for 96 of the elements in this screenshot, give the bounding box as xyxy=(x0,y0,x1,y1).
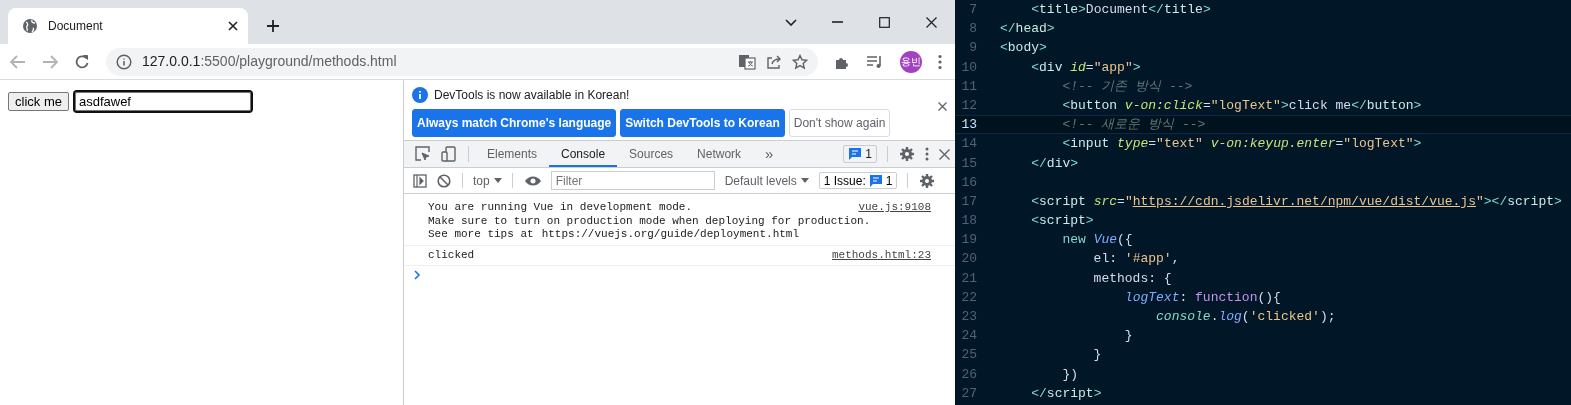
caret-icon xyxy=(800,178,809,183)
code-line: <body> xyxy=(1000,39,1047,58)
infobar-button[interactable]: Always match Chrome's language xyxy=(412,109,617,137)
line-number: 14 xyxy=(960,135,977,154)
close-icon[interactable] xyxy=(228,21,238,31)
devtools-tab[interactable]: Console xyxy=(549,141,618,167)
message-icon xyxy=(868,173,883,188)
code-line: <div id="app"> xyxy=(1030,58,1141,77)
code-line: <script> xyxy=(1030,212,1094,231)
prompt-chevron-icon xyxy=(414,270,421,280)
code-line: <button v-on:click="logText">click me</button> xyxy=(1061,96,1422,115)
text-input[interactable]: asdfawef xyxy=(74,92,251,111)
close-icon[interactable] xyxy=(938,102,947,111)
log-levels-dropdown[interactable]: Default levels xyxy=(718,168,815,193)
line-number: 12 xyxy=(960,96,977,115)
code-line: new Vue({ xyxy=(1061,231,1133,250)
source-link[interactable]: vue.js:9108 xyxy=(858,201,931,215)
info-icon[interactable] xyxy=(116,53,132,70)
sidebar-toggle-icon[interactable] xyxy=(413,173,427,188)
line-number: 13 xyxy=(960,116,977,135)
code-line: } xyxy=(1092,346,1102,365)
media-queue-icon[interactable] xyxy=(866,54,884,69)
click-button[interactable]: click me xyxy=(8,92,69,111)
line-number: 26 xyxy=(960,365,977,384)
translate-icon[interactable] xyxy=(738,53,756,70)
info-icon xyxy=(412,87,428,103)
reload-icon[interactable] xyxy=(74,53,90,70)
console-link[interactable]: https://vuejs.org/guide/deployment.html xyxy=(541,228,800,242)
filter-field[interactable]: Filter xyxy=(550,171,715,190)
line-number: 7 xyxy=(968,1,977,19)
issues-counter[interactable]: 1 xyxy=(843,145,877,163)
code-line: <!-- 새로운 방식 --> xyxy=(1061,116,1206,135)
message-icon xyxy=(848,147,863,161)
issues-count: 1 xyxy=(865,146,872,163)
devtools-tab[interactable]: Sources xyxy=(617,141,686,167)
infobar-message: DevTools is now available in Korean! xyxy=(434,87,630,104)
line-number: 18 xyxy=(960,212,977,231)
source-link[interactable]: methods.html:23 xyxy=(831,248,931,262)
line-number: 16 xyxy=(960,173,977,192)
line-number: 11 xyxy=(960,77,977,96)
star-icon[interactable] xyxy=(792,53,808,70)
inspect-element-icon[interactable] xyxy=(415,146,431,162)
caret-icon xyxy=(493,178,502,183)
browser-tab[interactable]: Document xyxy=(8,8,248,44)
console-message: clicked xyxy=(428,248,475,262)
device-toolbar-icon[interactable] xyxy=(441,146,457,162)
line-number: 27 xyxy=(960,384,977,403)
devtools-tab[interactable]: Elements xyxy=(475,141,550,167)
maximize-icon[interactable] xyxy=(879,16,890,28)
line-number: 15 xyxy=(960,154,977,173)
code-line: </div> xyxy=(1030,154,1079,173)
issues-button[interactable]: 1 Issue: 1 xyxy=(818,172,898,189)
line-number: 23 xyxy=(960,308,977,326)
clear-console-icon[interactable] xyxy=(437,173,451,188)
code-line: console.log('clicked'); xyxy=(1155,308,1336,326)
line-number: 19 xyxy=(960,231,977,250)
line-number: 20 xyxy=(960,250,977,269)
code-line: } xyxy=(1123,327,1133,346)
line-number: 10 xyxy=(960,58,977,77)
infobar-button[interactable]: Don't show again xyxy=(788,109,891,137)
line-number: 25 xyxy=(960,346,977,365)
code-line: <!-- 기존 방식 --> xyxy=(1061,77,1193,96)
more-tabs-button[interactable]: » xyxy=(753,141,786,167)
code-line: methods: { xyxy=(1092,269,1172,288)
line-number: 24 xyxy=(960,327,977,346)
line-number: 9 xyxy=(968,39,977,58)
code-line: el: '#app', xyxy=(1092,250,1180,269)
line-number: 22 xyxy=(960,288,977,307)
kebab-menu-icon[interactable] xyxy=(938,53,942,70)
code-line: logText: function(){ xyxy=(1123,288,1281,307)
line-number: 21 xyxy=(960,269,977,288)
code-line: <title>Document</title> xyxy=(1030,1,1211,19)
plus-icon[interactable] xyxy=(266,19,280,33)
share-icon[interactable] xyxy=(766,53,782,70)
tab-title: Document xyxy=(48,18,104,35)
settings-icon[interactable] xyxy=(919,172,936,189)
console-message: Make sure to turn on production mode when deploying for production. xyxy=(428,214,871,228)
close-icon[interactable] xyxy=(926,16,937,28)
context-dropdown[interactable]: top xyxy=(469,168,506,193)
globe-icon xyxy=(22,18,38,34)
infobar-button[interactable]: Switch DevTools to Korean xyxy=(620,109,785,137)
chevron-down-icon[interactable] xyxy=(784,18,797,26)
settings-icon[interactable] xyxy=(899,146,915,162)
line-number: 17 xyxy=(960,192,977,211)
console-message: See more tips at xyxy=(428,228,534,242)
code-line: <script src="https://cdn.jsdelivr.net/npm/vue/dist/vue.js"></script> xyxy=(1030,192,1562,211)
eye-icon[interactable] xyxy=(523,174,542,187)
devtools-tab[interactable]: Network xyxy=(685,141,754,167)
console-message: You are running Vue in development mode. xyxy=(428,201,693,215)
code-line: </script> xyxy=(1030,384,1102,403)
code-line: <input type="text" v-on:keyup.enter="logText"> xyxy=(1061,135,1422,154)
profile-avatar[interactable]: 용빈 xyxy=(900,50,922,73)
line-number: 8 xyxy=(968,20,977,39)
kebab-menu-icon[interactable] xyxy=(925,147,929,161)
code-line: </head> xyxy=(1000,20,1055,39)
code-line: }) xyxy=(1061,365,1078,384)
